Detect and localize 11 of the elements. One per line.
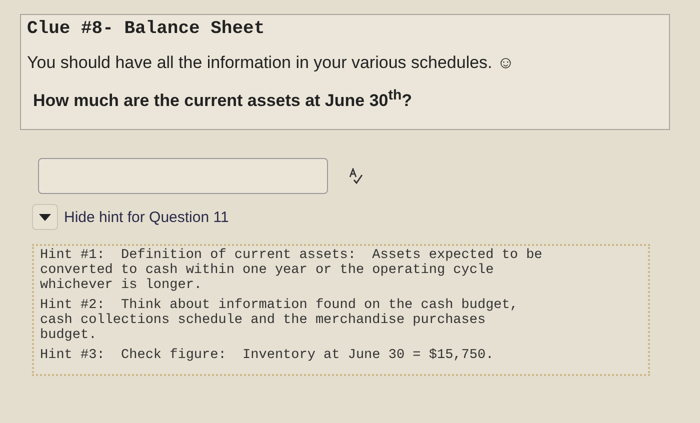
hint-text: Hint #3: Check figure: Inventory at June 30 = $15,750. [40, 348, 495, 363]
toggle-hint-button[interactable] [32, 204, 58, 230]
spellcheck-icon[interactable] [348, 168, 364, 184]
caret-icon [38, 212, 52, 222]
question-text: How much are the current assets at June 30$^{th}$? [32, 87, 414, 111]
clue-title: Clue #8- Balance Sheet [27, 19, 266, 39]
hint-toggle-link[interactable]: Hide hint for Question 11 [64, 208, 229, 226]
hint-text: Hint #2: Think about information found on the cash budget, cash collections schedule and the merchandise purchases budget. [40, 298, 519, 343]
answer-field[interactable] [38, 158, 328, 194]
hint-text: Hint #1: Definition of current assets: Assets expected to be converted to cash within one year or the operating cycle whichever is longer. [40, 248, 544, 293]
clue-text: You should have all the information in your various schedules. ☺ [27, 53, 516, 73]
